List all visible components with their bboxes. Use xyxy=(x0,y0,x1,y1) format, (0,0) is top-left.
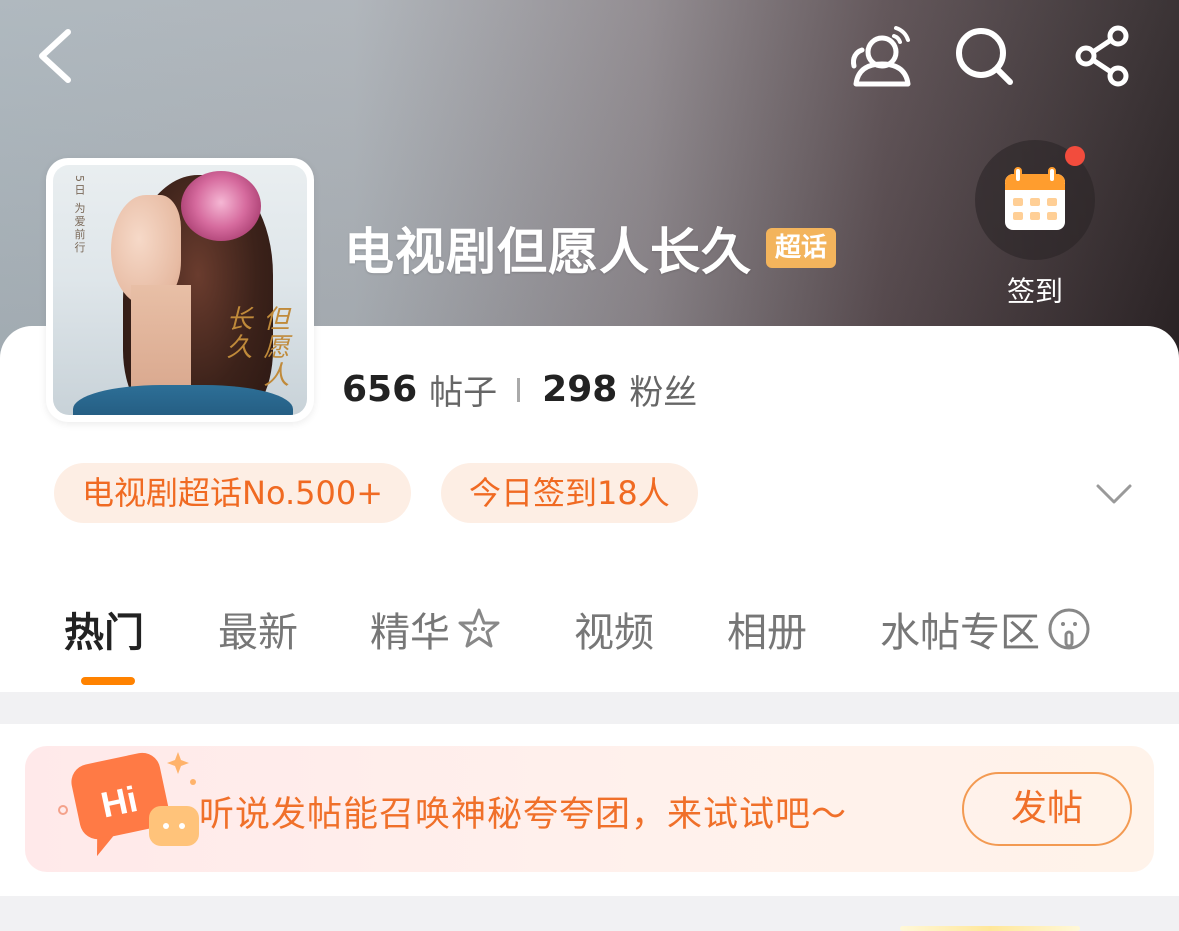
today-checkin-pill[interactable]: 今日签到18人 xyxy=(441,463,698,523)
fans-label: 粉丝 xyxy=(629,373,698,413)
tab-water-posts[interactable]: 水帖专区 xyxy=(880,600,1092,658)
contacts-button[interactable] xyxy=(844,20,914,90)
tab-featured[interactable]: 精华 xyxy=(370,600,502,658)
promo-text: 听说发帖能召唤神秘夸夸团，来试试吧～ xyxy=(199,795,848,835)
feed-tabs: 热门 最新 精华 视频 相册 水帖专区 xyxy=(64,600,1164,690)
topic-title-row: 电视剧但愿人长久 超话 xyxy=(344,212,837,284)
section-divider xyxy=(0,692,1179,724)
search-button[interactable] xyxy=(952,24,1016,88)
tab-label: 水帖专区 xyxy=(880,610,1040,656)
checkin-label: 签到 xyxy=(1006,275,1063,308)
search-icon xyxy=(956,28,1013,85)
tab-latest[interactable]: 最新 xyxy=(218,600,298,658)
share-icon xyxy=(1075,25,1129,87)
compose-post-button[interactable]: 发帖 xyxy=(962,772,1132,846)
poster-title: 但愿人长久 xyxy=(222,305,289,389)
star-badge-icon xyxy=(458,608,500,648)
topic-stats: 656 帖子 298 粉丝 xyxy=(342,365,697,414)
poster-image: 5日 为爱前行 但愿人长久 xyxy=(53,165,307,415)
tab-label: 精华 xyxy=(370,610,450,656)
chevron-down-icon xyxy=(1096,484,1132,504)
tab-hot[interactable]: 热门 xyxy=(64,600,144,658)
share-button[interactable] xyxy=(1072,24,1136,88)
chevron-left-icon xyxy=(39,29,71,83)
back-button[interactable] xyxy=(30,26,80,86)
poster-caption: 5日 为爱前行 xyxy=(73,175,86,255)
posts-label: 帖子 xyxy=(429,373,498,413)
next-card-peek xyxy=(900,926,1080,931)
promo-section: Hi 听说发帖能召唤神秘夸夸团，来试试吧～ 发帖 xyxy=(0,724,1179,896)
tab-label: 最新 xyxy=(218,610,298,656)
tab-label: 热门 xyxy=(64,610,144,656)
fans-count: 298 xyxy=(542,369,618,410)
super-topic-badge: 超话 xyxy=(766,228,837,268)
posts-count: 656 xyxy=(342,369,418,410)
hi-chat-icon: Hi xyxy=(58,752,199,857)
topic-cover[interactable]: 5日 为爱前行 但愿人长久 xyxy=(46,158,314,422)
weibo-contacts-icon xyxy=(851,26,911,87)
notification-dot xyxy=(1065,146,1085,166)
tab-label: 相册 xyxy=(727,610,807,656)
checkin-circle xyxy=(975,140,1095,260)
stats-divider xyxy=(517,377,521,402)
topic-tags: 电视剧超话No.500+ 今日签到18人 xyxy=(54,463,728,523)
tab-label: 视频 xyxy=(574,610,654,656)
tab-album[interactable]: 相册 xyxy=(727,600,807,658)
post-promo-banner: Hi 听说发帖能召唤神秘夸夸团，来试试吧～ 发帖 xyxy=(25,746,1154,872)
tab-video[interactable]: 视频 xyxy=(574,600,654,658)
poster-neck-shape xyxy=(131,285,191,395)
rank-pill[interactable]: 电视剧超话No.500+ xyxy=(54,463,412,523)
checkin-button[interactable]: 签到 xyxy=(974,140,1096,310)
poster-flower-shape xyxy=(181,171,261,241)
active-tab-indicator xyxy=(81,677,135,685)
topic-title: 电视剧但愿人长久 xyxy=(344,223,752,281)
expand-button[interactable] xyxy=(1094,476,1134,512)
shush-face-icon xyxy=(1048,608,1090,650)
